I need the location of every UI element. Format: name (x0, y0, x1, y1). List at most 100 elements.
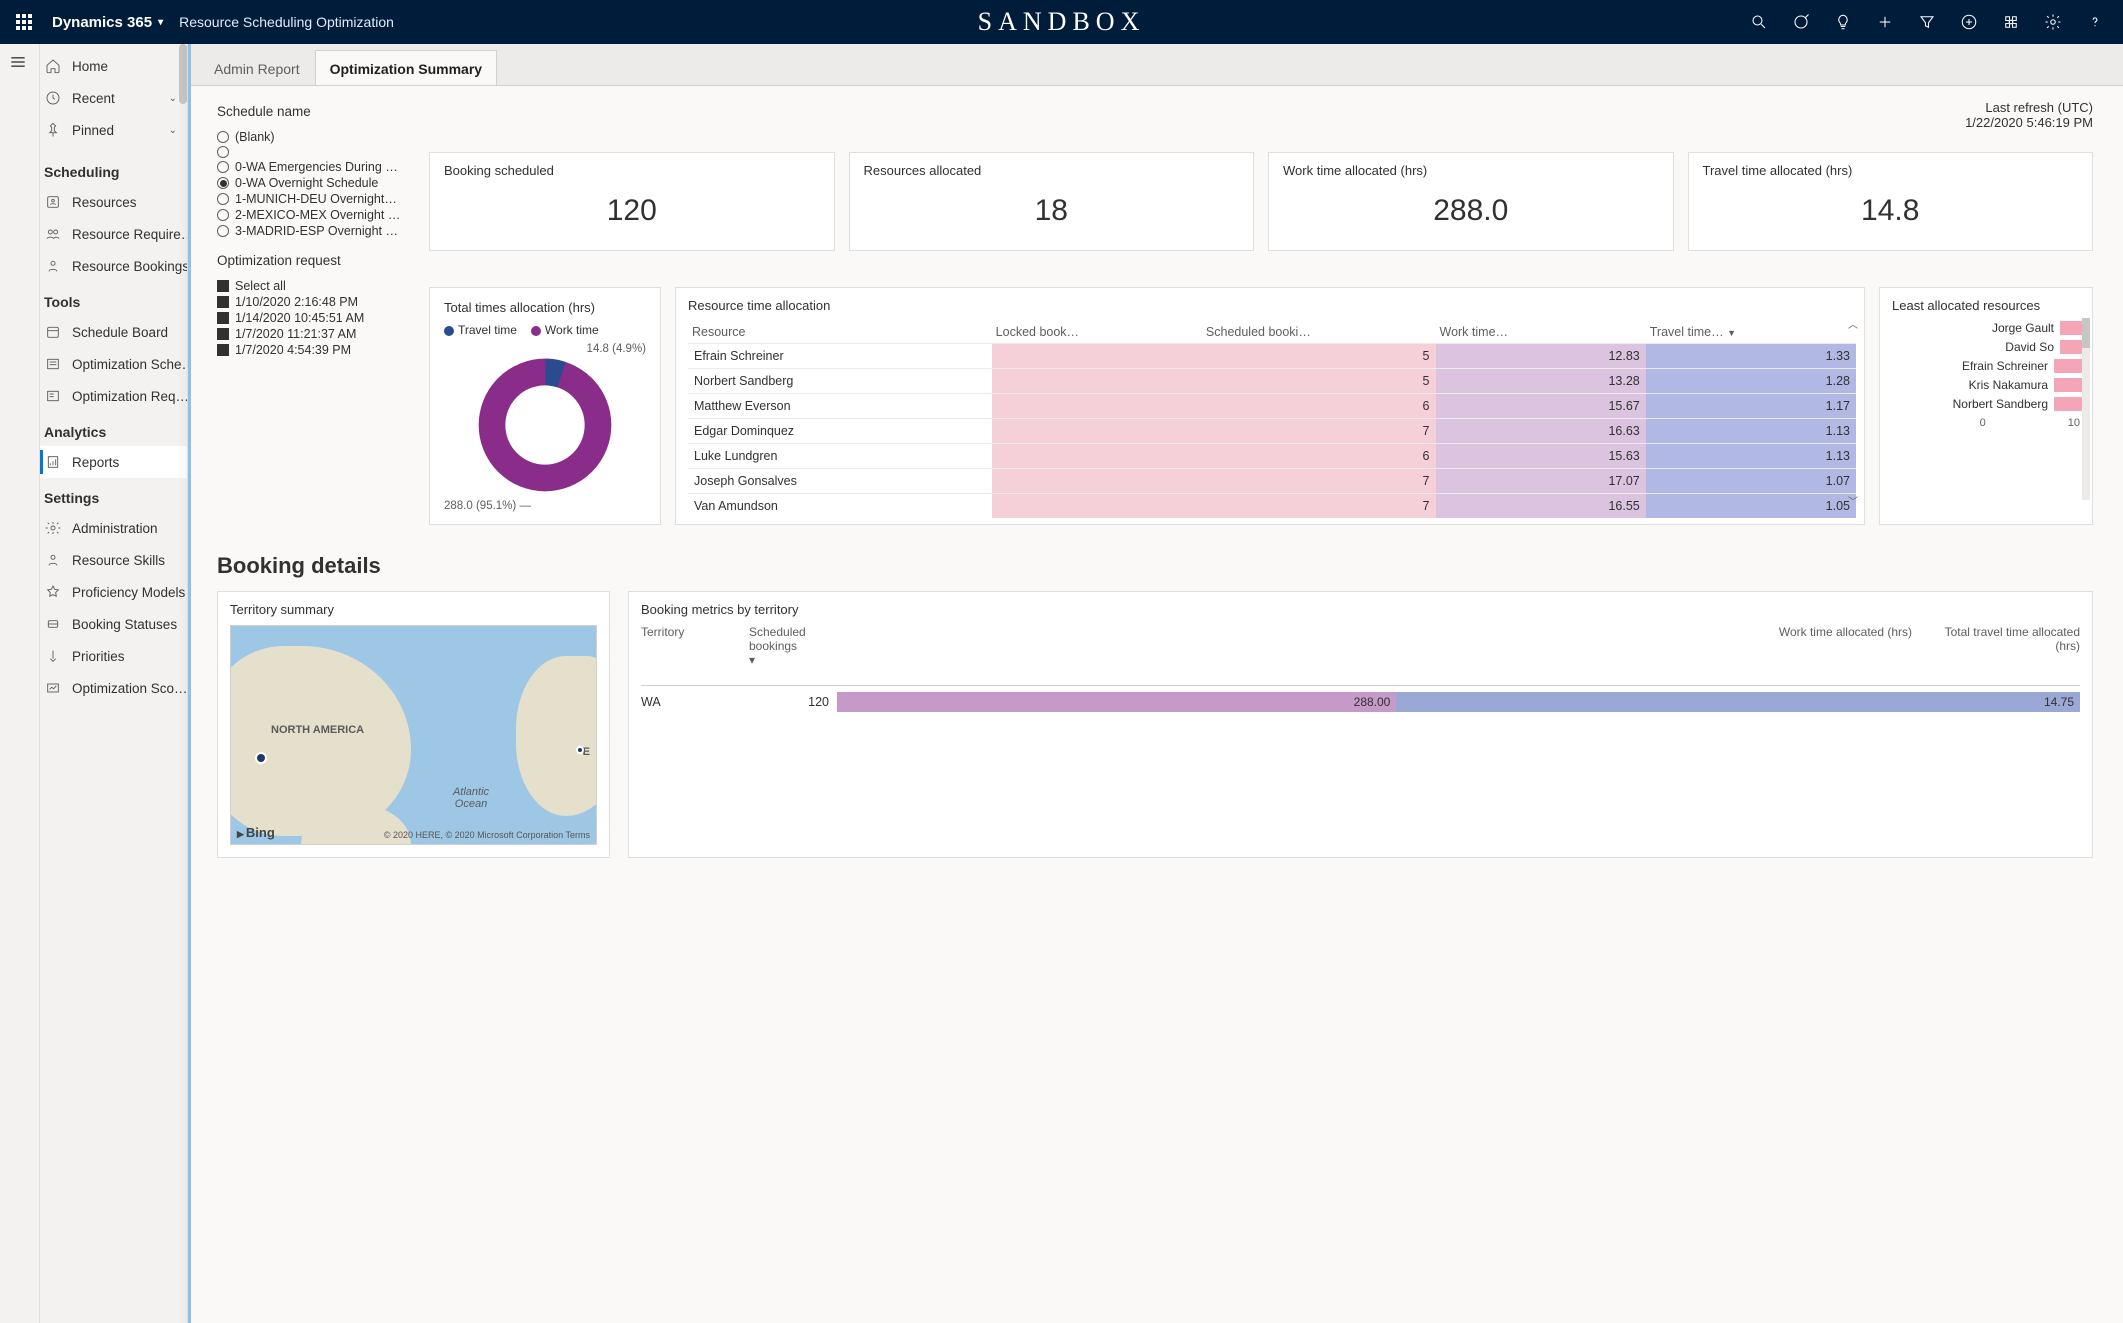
radio-icon (217, 161, 229, 173)
schedule-option-label: 0-WA Emergencies During … (235, 160, 398, 174)
filter-icon[interactable] (1907, 0, 1947, 44)
donut-label-travel: 14.8 (4.9%) (444, 343, 646, 355)
least-bar (2060, 321, 2084, 335)
schedule-option[interactable]: (Blank) (217, 129, 407, 145)
table-column-header[interactable]: Work time… (1436, 321, 1646, 344)
sidebar-item-proficiency-models[interactable]: Proficiency Models (40, 576, 187, 608)
opt-request-option[interactable]: 1/7/2020 4:54:39 PM (217, 342, 407, 358)
opt-request-option[interactable]: 1/14/2020 10:45:51 AM (217, 310, 407, 326)
least-row[interactable]: Kris Nakamura (1892, 378, 2084, 392)
last-refresh: Last refresh (UTC) 1/22/2020 5:46:19 PM (1965, 100, 2093, 130)
top-icon-bar (1739, 0, 2115, 44)
territory-row[interactable]: WA120288.0014.75 (641, 686, 2080, 712)
scrollbar[interactable] (2082, 318, 2090, 500)
sidebar-item-optimization-sche-[interactable]: Optimization Sche… (40, 348, 187, 380)
schedule-option[interactable] (217, 145, 407, 159)
donut-chart (444, 355, 646, 500)
main-area: Admin ReportOptimization Summary Last re… (188, 44, 2123, 1323)
hamburger-icon[interactable] (8, 52, 32, 76)
target-icon[interactable] (1781, 0, 1821, 44)
scrollbar-thumb[interactable] (2082, 318, 2090, 348)
cell-travel: 1.33 (1646, 344, 1856, 369)
sidebar-item-administration[interactable]: Administration (40, 512, 187, 544)
cell-work: 17.07 (1436, 469, 1646, 494)
sidebar-item-resource-require-[interactable]: Resource Require… (40, 218, 187, 250)
opt-request-option[interactable]: 1/10/2020 2:16:48 PM (217, 294, 407, 310)
opt-request-option[interactable]: Select all (217, 278, 407, 294)
search-icon[interactable] (1739, 0, 1779, 44)
schedule-option[interactable]: 0-WA Overnight Schedule (217, 175, 407, 191)
cell-locked (992, 394, 1202, 419)
scroll-down-icon[interactable]: ﹀ (1848, 493, 1858, 508)
least-row[interactable]: Norbert Sandberg (1892, 397, 2084, 411)
table-column-header[interactable]: Resource (688, 321, 992, 344)
scrollbar-thumb[interactable] (179, 44, 187, 104)
radio-icon (217, 146, 229, 158)
map-pin[interactable] (255, 752, 267, 764)
sidebar-section-analytics: Analytics (40, 412, 187, 446)
donut-label-work: 288.0 (95.1%) — (444, 500, 646, 512)
cell-territory: WA (641, 695, 741, 709)
table-row[interactable]: Luke Lundgren615.631.13 (688, 444, 1856, 469)
report-content: Last refresh (UTC) 1/22/2020 5:46:19 PM … (191, 86, 2123, 1323)
app-launcher[interactable] (8, 6, 40, 38)
table-row[interactable]: Norbert Sandberg513.281.28 (688, 369, 1856, 394)
cell-locked (992, 369, 1202, 394)
least-row[interactable]: Jorge Gault (1892, 321, 2084, 335)
least-row[interactable]: David So (1892, 340, 2084, 354)
least-row[interactable]: Efrain Schreiner (1892, 359, 2084, 373)
least-bar (2054, 378, 2084, 392)
plus-icon[interactable] (1865, 0, 1905, 44)
sidebar-item-resources[interactable]: Resources (40, 186, 187, 218)
sidebar-item-home[interactable]: Home (40, 50, 187, 82)
table-column-header[interactable]: Locked book… (992, 321, 1202, 344)
table-row[interactable]: Joseph Gonsalves717.071.07 (688, 469, 1856, 494)
table-row[interactable]: Matthew Everson615.671.17 (688, 394, 1856, 419)
sidebar-item-recent[interactable]: Recent⌄ (40, 82, 187, 114)
puzzle-icon[interactable] (1991, 0, 2031, 44)
table-column-header[interactable]: Travel time… ▼ (1646, 321, 1856, 344)
scroll-up-icon[interactable]: ︿ (1848, 316, 1858, 331)
sidebar-item-label: Recent (72, 91, 115, 106)
table-row[interactable]: Van Amundson716.551.05 (688, 494, 1856, 519)
sidebar-item-label: Booking Statuses (72, 617, 177, 632)
list2-icon (44, 387, 62, 405)
opt-request-option[interactable]: 1/7/2020 11:21:37 AM (217, 326, 407, 342)
least-title: Least allocated resources (1892, 298, 2084, 313)
sidebar-item-priorities[interactable]: Priorities (40, 640, 187, 672)
schedule-option[interactable]: 2-MEXICO-MEX Overnight … (217, 207, 407, 223)
territory-map[interactable]: NORTH AMERICA E Atlantic Ocean Bing © 20… (230, 625, 597, 845)
add-circle-icon[interactable] (1949, 0, 1989, 44)
schedule-option[interactable]: 3-MADRID-ESP Overnight … (217, 223, 407, 239)
person-icon (44, 257, 62, 275)
table-column-header[interactable]: Scheduled booki… (1202, 321, 1436, 344)
tab-admin-report[interactable]: Admin Report (199, 50, 315, 85)
table-row[interactable]: Efrain Schreiner512.831.33 (688, 344, 1856, 369)
cell-locked (992, 469, 1202, 494)
sidebar-item-label: Resource Skills (72, 553, 165, 568)
sidebar-item-reports[interactable]: Reports (40, 446, 187, 478)
tab-optimization-summary[interactable]: Optimization Summary (315, 50, 497, 85)
kpi-value: 288.0 (1283, 178, 1659, 236)
bulb-icon[interactable] (1823, 0, 1863, 44)
brand-switcher[interactable]: Dynamics 365 ▾ (52, 14, 163, 31)
schedule-option[interactable]: 0-WA Emergencies During … (217, 159, 407, 175)
map-attribution: © 2020 HERE, © 2020 Microsoft Corporatio… (384, 830, 590, 840)
resource-table-title: Resource time allocation (688, 298, 1856, 313)
sidebar-item-resource-bookings[interactable]: Resource Bookings (40, 250, 187, 282)
help-icon[interactable] (2075, 0, 2115, 44)
map-pin[interactable] (576, 746, 584, 754)
home-icon (44, 57, 62, 75)
checkbox-icon (217, 296, 229, 308)
sidebar-item-booking-statuses[interactable]: Booking Statuses (40, 608, 187, 640)
sidebar-item-pinned[interactable]: Pinned⌄ (40, 114, 187, 146)
schedule-option-label: 0-WA Overnight Schedule (235, 176, 378, 190)
sidebar-item-optimization-sco-[interactable]: Optimization Sco… (40, 672, 187, 704)
schedule-option[interactable]: 1-MUNICH-DEU Overnight… (217, 191, 407, 207)
sidebar-item-resource-skills[interactable]: Resource Skills (40, 544, 187, 576)
table-row[interactable]: Edgar Dominquez716.631.13 (688, 419, 1856, 444)
cell-resource: Edgar Dominquez (688, 419, 992, 444)
gear-icon[interactable] (2033, 0, 2073, 44)
sidebar-item-optimization-req-[interactable]: Optimization Req… (40, 380, 187, 412)
sidebar-item-schedule-board[interactable]: Schedule Board (40, 316, 187, 348)
